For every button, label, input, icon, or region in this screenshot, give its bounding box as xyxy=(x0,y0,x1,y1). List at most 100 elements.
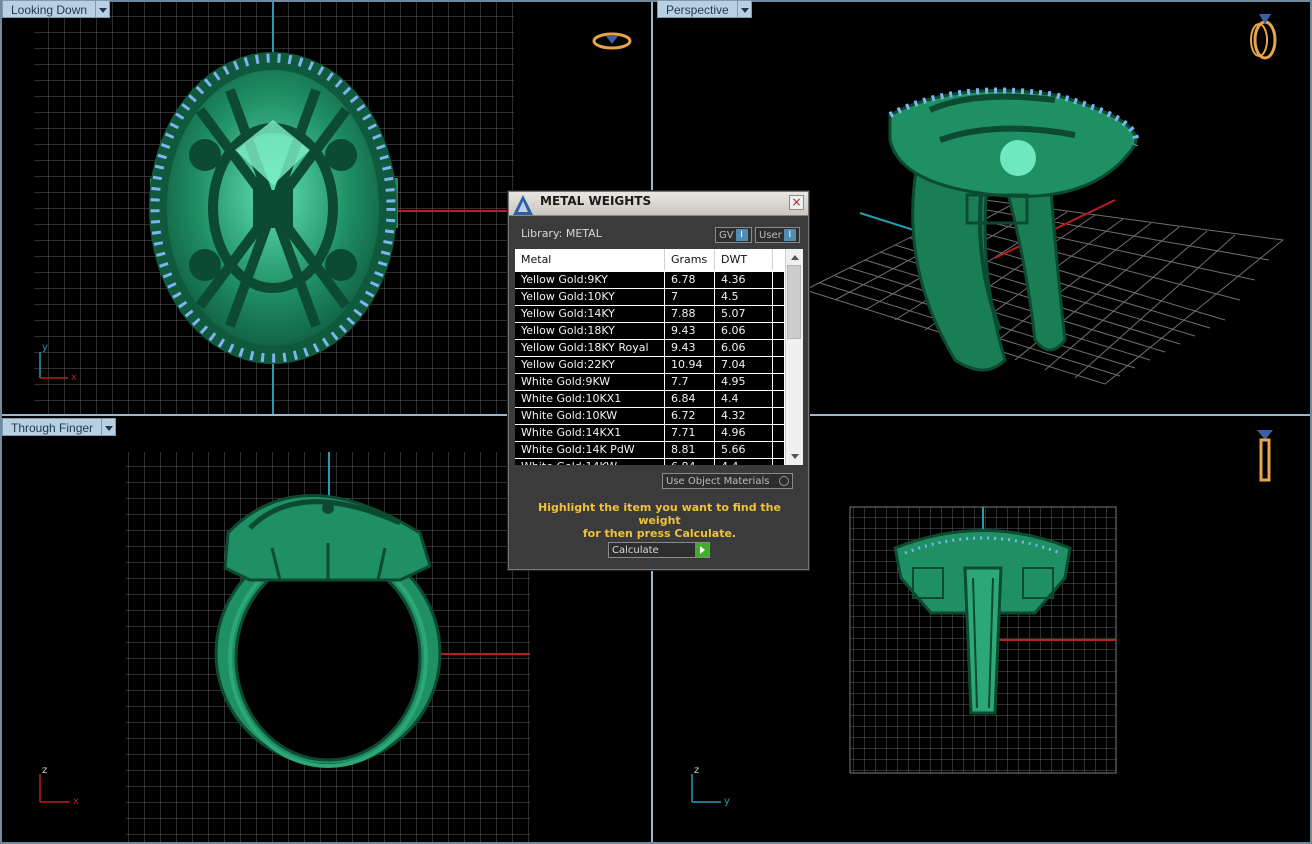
table-row[interactable]: White Gold:9KW 7.7 4.95 xyxy=(515,374,785,391)
axis-label-y: y xyxy=(42,342,48,353)
viewport-menu-through-finger[interactable]: Through Finger xyxy=(2,418,117,436)
cell-dwt: 4.36 xyxy=(715,272,773,288)
library-label: Library: METAL xyxy=(521,227,602,240)
cell-metal: White Gold:14K PdW xyxy=(515,442,665,458)
viewport-label[interactable]: Through Finger xyxy=(2,418,103,436)
user-label: User xyxy=(759,229,782,241)
column-header-dwt[interactable]: DWT xyxy=(715,249,773,270)
table-row[interactable]: White Gold:10KW 6.72 4.32 xyxy=(515,408,785,425)
scroll-up-icon[interactable] xyxy=(786,249,803,265)
instruction-line-1: Highlight the item you want to find the … xyxy=(538,501,781,527)
user-indicator-icon: I xyxy=(783,229,796,241)
cell-metal: Yellow Gold:14KY xyxy=(515,306,665,322)
table-row[interactable]: Yellow Gold:10KY 7 4.5 xyxy=(515,289,785,306)
app-logo-icon xyxy=(513,195,533,215)
cell-dwt: 4.95 xyxy=(715,374,773,390)
cell-dwt: 4.5 xyxy=(715,289,773,305)
cell-grams: 7 xyxy=(665,289,715,305)
cell-grams: 8.81 xyxy=(665,442,715,458)
cell-metal: White Gold:14KX1 xyxy=(515,425,665,441)
viewport-label[interactable]: Looking Down xyxy=(2,0,97,18)
table-row[interactable]: Yellow Gold:22KY 10.94 7.04 xyxy=(515,357,785,374)
ring-front-view xyxy=(214,494,442,768)
axis-label-z: z xyxy=(694,765,699,776)
play-arrow-icon xyxy=(695,543,709,557)
cell-grams: 7.88 xyxy=(665,306,715,322)
dialog-title-bar[interactable]: METAL WEIGHTS × xyxy=(509,192,808,216)
cell-blank xyxy=(773,459,785,465)
chevron-down-icon[interactable] xyxy=(96,0,111,18)
metal-weights-dialog: METAL WEIGHTS × Library: METAL GV I User… xyxy=(508,191,809,570)
axis-label-x: x xyxy=(71,372,77,383)
table-body: Yellow Gold:9KY 6.78 4.36 Yellow Gold:10KY 7… xyxy=(515,272,785,465)
cell-grams: 7.7 xyxy=(665,374,715,390)
gv-toggle[interactable]: GV I xyxy=(715,227,752,243)
viewport-menu-looking-down[interactable]: Looking Down xyxy=(2,0,111,18)
cell-blank xyxy=(773,306,785,322)
cell-metal: Yellow Gold:18KY Royal xyxy=(515,340,665,356)
table-row[interactable]: Yellow Gold:14KY 7.88 5.07 xyxy=(515,306,785,323)
table-row[interactable]: White Gold:14KX1 7.71 4.96 xyxy=(515,425,785,442)
scroll-thumb[interactable] xyxy=(787,265,801,339)
cell-blank xyxy=(773,340,785,356)
cell-blank xyxy=(773,289,785,305)
toggle-indicator-icon xyxy=(779,476,789,486)
calculate-button[interactable]: Calculate xyxy=(608,542,710,558)
cell-grams: 9.43 xyxy=(665,323,715,339)
instruction-line-2: for then press Calculate. xyxy=(582,527,737,540)
view-orientation-ring-icon[interactable] xyxy=(1253,426,1277,482)
jewelry-cad-app: y x Looking Down Perspective z x Through… xyxy=(0,0,1312,844)
cell-grams: 6.72 xyxy=(665,408,715,424)
cell-grams: 10.94 xyxy=(665,357,715,373)
cell-dwt: 6.06 xyxy=(715,340,773,356)
cell-dwt: 6.06 xyxy=(715,323,773,339)
table-scrollbar[interactable] xyxy=(785,249,803,465)
chevron-down-icon[interactable] xyxy=(737,0,752,18)
dialog-title: METAL WEIGHTS xyxy=(540,194,652,208)
table-row[interactable]: Yellow Gold:18KY 9.43 6.06 xyxy=(515,323,785,340)
view-orientation-ring-icon[interactable] xyxy=(590,28,634,54)
cell-metal: Yellow Gold:10KY xyxy=(515,289,665,305)
cell-metal: Yellow Gold:22KY xyxy=(515,357,665,373)
user-toggle[interactable]: User I xyxy=(755,227,800,243)
axis-label-x: x xyxy=(73,796,79,807)
cell-metal: Yellow Gold:9KY xyxy=(515,272,665,288)
table-row[interactable]: White Gold:14KW6.844.4 xyxy=(515,459,785,465)
instruction-text: Highlight the item you want to find the … xyxy=(519,501,800,540)
scroll-down-icon[interactable] xyxy=(786,449,803,465)
metal-table[interactable]: Metal Grams DWT Yellow Gold:9KY 6.78 4.36 Y… xyxy=(515,249,803,465)
cell-metal: White Gold:10KW xyxy=(515,408,665,424)
column-header-grams[interactable]: Grams xyxy=(665,249,715,270)
gv-label: GV xyxy=(719,229,734,241)
use-object-materials-toggle[interactable]: Use Object Materials xyxy=(662,473,793,489)
cell-dwt: 4.32 xyxy=(715,408,773,424)
use-object-materials-label: Use Object Materials xyxy=(666,475,770,487)
cell-blank xyxy=(773,323,785,339)
cell-dwt: 4.4 xyxy=(715,391,773,407)
cell-blank xyxy=(773,272,785,288)
axis-label-z: z xyxy=(42,765,47,776)
viewport-menu-perspective[interactable]: Perspective xyxy=(657,0,752,18)
table-row[interactable]: Yellow Gold:9KY 6.78 4.36 xyxy=(515,272,785,289)
cell-grams: 6.84 xyxy=(665,391,715,407)
cell-grams: 6.84 xyxy=(665,459,715,465)
chevron-down-icon[interactable] xyxy=(102,418,117,436)
table-row[interactable]: White Gold:10KX1 6.84 4.4 xyxy=(515,391,785,408)
viewport-label[interactable]: Perspective xyxy=(657,0,738,18)
axis-label-y: y xyxy=(724,796,730,807)
column-header-metal[interactable]: Metal xyxy=(515,249,665,270)
cell-blank xyxy=(773,408,785,424)
cell-dwt: 5.07 xyxy=(715,306,773,322)
axis-indicator: z y xyxy=(691,765,730,807)
table-row[interactable]: Yellow Gold:18KY Royal 9.43 6.06 xyxy=(515,340,785,357)
cell-grams: 6.78 xyxy=(665,272,715,288)
cell-blank xyxy=(773,442,785,458)
close-button[interactable]: × xyxy=(789,195,804,210)
axis-indicator: z x xyxy=(39,765,79,807)
cell-dwt: 4.4 xyxy=(715,459,773,465)
cell-metal: White Gold:10KX1 xyxy=(515,391,665,407)
cell-grams: 7.71 xyxy=(665,425,715,441)
view-orientation-ring-icon[interactable] xyxy=(1245,8,1285,62)
table-row[interactable]: White Gold:14K PdW 8.81 5.66 xyxy=(515,442,785,459)
table-header: Metal Grams DWT xyxy=(515,249,785,271)
